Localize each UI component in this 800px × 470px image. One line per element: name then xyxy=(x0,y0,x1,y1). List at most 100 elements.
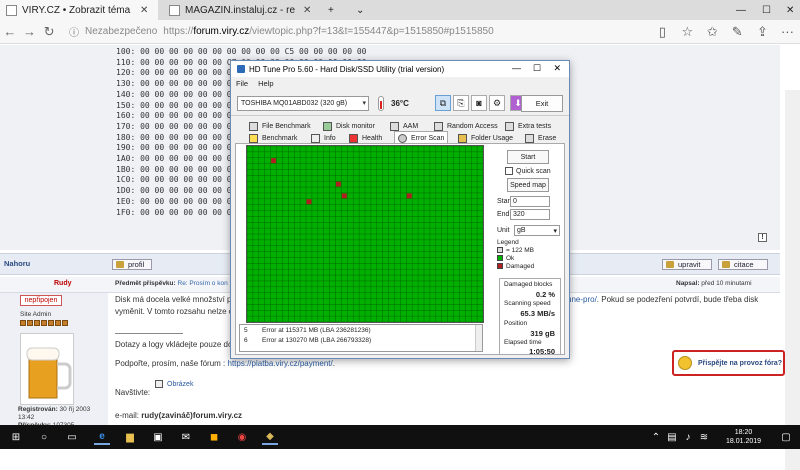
rank-stars xyxy=(20,320,69,326)
profile-icon xyxy=(116,261,124,268)
legend-block-size: = 122 MB xyxy=(497,246,559,254)
magnifier-icon xyxy=(398,133,407,143)
browser-tab-viry[interactable]: VIRY.CZ • Zobrazit téma ✕ xyxy=(0,0,158,20)
minimize-icon[interactable]: — xyxy=(512,63,521,73)
profil-button[interactable]: profil xyxy=(112,259,152,270)
reading-view-icon[interactable]: ▯ xyxy=(650,24,675,40)
checkbox[interactable] xyxy=(505,167,513,175)
menu-help[interactable]: Help xyxy=(258,79,273,91)
health-icon xyxy=(349,133,358,143)
warning-icon: ⓘ xyxy=(69,28,80,39)
beer-mug-icon xyxy=(26,347,72,399)
pen-icon[interactable]: ✎ xyxy=(725,24,750,40)
camera-icon[interactable]: ◙ xyxy=(471,95,487,111)
share-icon[interactable]: ⇪ xyxy=(750,24,775,40)
erase-icon xyxy=(525,133,534,143)
menu-file[interactable]: File xyxy=(236,79,248,91)
forward-icon[interactable]: → xyxy=(20,24,40,39)
copy-icon[interactable]: ⧉ xyxy=(435,95,451,111)
people-icon[interactable]: ⌃ xyxy=(650,429,662,445)
speed-map-button[interactable]: Speed map xyxy=(507,178,549,192)
browser-tab-bar: VIRY.CZ • Zobrazit téma ✕ MAGAZIN.instal… xyxy=(0,0,800,20)
post-line: Dotazy a logy vkládejte pouze do v xyxy=(115,340,239,349)
options-icon[interactable]: ⚙ xyxy=(489,95,505,111)
damaged-block xyxy=(306,199,312,205)
upravit-button[interactable]: upravit xyxy=(662,259,712,270)
quote-icon xyxy=(722,261,730,268)
file-explorer-icon[interactable]: ▆ xyxy=(122,429,138,445)
chevron-down-icon[interactable]: ⌄ xyxy=(350,0,370,20)
volume-icon[interactable]: ♪ xyxy=(682,429,694,445)
end-input[interactable]: 320 xyxy=(510,209,550,220)
post-line: Podpořte, prosím, naše fórum : https://p… xyxy=(115,359,335,368)
thermometer-icon xyxy=(378,96,384,111)
mail-icon[interactable]: ✉ xyxy=(178,429,194,445)
quick-scan-checkbox[interactable]: Quick scan xyxy=(505,167,551,175)
error-log-scrollbar[interactable] xyxy=(475,325,482,351)
back-icon[interactable]: ← xyxy=(0,24,20,39)
post-link[interactable]: une-pro/ xyxy=(567,295,597,304)
author-column: nepřipojen Site Admin Registrován: 30 ří… xyxy=(0,293,108,429)
file-benchmark-icon xyxy=(249,121,258,131)
maximize-icon[interactable]: ☐ xyxy=(756,0,776,20)
legend-title: Legend xyxy=(497,238,519,246)
search-icon[interactable]: ○ xyxy=(36,429,52,445)
error-log-list[interactable]: 5 Error at 115371 MB (LBA 236281236) 6 Err… xyxy=(239,324,483,352)
task-view-icon[interactable]: ▭ xyxy=(64,429,80,445)
close-icon[interactable]: ✕ xyxy=(553,63,561,74)
browser-tab-magazin[interactable]: MAGAZIN.instaluj.cz - recer ✕ xyxy=(163,0,320,20)
author-name[interactable]: Rudy xyxy=(54,280,72,287)
damaged-blocks-label: Damaged blocks xyxy=(504,281,553,288)
exit-button[interactable]: Exit xyxy=(521,95,563,112)
citace-button[interactable]: citace xyxy=(718,259,768,270)
temperature-value: 36°C xyxy=(391,99,409,108)
position-value: 319 gB xyxy=(530,329,555,338)
hdtune-window: HD Tune Pro 5.60 - Hard Disk/SSD Utility… xyxy=(230,60,570,359)
post-line: e-mail: rudy(zavináč)forum.viry.cz xyxy=(115,411,243,420)
hdtune-taskbar-icon[interactable]: ◆ xyxy=(262,429,278,445)
hdtune-title-bar[interactable]: HD Tune Pro 5.60 - Hard Disk/SSD Utility… xyxy=(231,61,569,77)
new-tab-button[interactable]: + xyxy=(322,0,346,20)
tab-extra-tests[interactable]: Extra tests xyxy=(505,120,551,132)
chrome-icon[interactable]: ◉ xyxy=(234,429,250,445)
copy-info-icon[interactable]: ⎘ xyxy=(453,95,469,111)
favorites-hub-icon[interactable]: ✩ xyxy=(700,24,725,40)
post-line: vyměnit. V tomto rozsahu nelze di xyxy=(115,307,236,316)
drive-select[interactable]: TOSHIBA MQ01ABD032 (320 gB) ▾ xyxy=(237,96,369,111)
image-link[interactable]: Obrázek xyxy=(155,380,193,388)
more-icon[interactable]: ··· xyxy=(775,24,800,39)
clock-date: 18.01.2019 xyxy=(726,438,762,445)
tab-disk-monitor[interactable]: Disk monitor xyxy=(323,120,375,132)
url-field[interactable]: ⓘ Nezabezpečeno https:// forum.viry.cz /… xyxy=(69,24,570,39)
close-icon[interactable]: ✕ xyxy=(140,5,148,16)
folder-icon xyxy=(458,133,467,143)
page-scrollbar[interactable] xyxy=(785,90,800,470)
donate-button[interactable]: Přispějte na provoz fóra? xyxy=(672,350,785,376)
scan-stats: Damaged blocks 0.2 % Scanning speed 65.3… xyxy=(499,278,561,356)
damaged-block xyxy=(341,193,347,199)
hex-dump-line: 100: 00 00 00 00 00 00 00 00 00 00 C5 00… xyxy=(116,47,367,56)
wifi-icon[interactable]: ≋ xyxy=(698,429,710,445)
url-prefix: https:// xyxy=(163,26,194,37)
edge-browser-icon[interactable]: e xyxy=(94,429,110,445)
start-button[interactable]: Start xyxy=(507,150,549,164)
unit-select[interactable]: gB ▾ xyxy=(514,225,560,236)
minimize-icon[interactable]: — xyxy=(730,0,750,20)
elapsed-value: 1:05:50 xyxy=(529,347,555,356)
payment-link[interactable]: https://platba.viry.cz/payment/ xyxy=(228,359,333,368)
start-input[interactable]: 0 xyxy=(510,196,550,207)
network-icon[interactable]: ▤ xyxy=(666,429,678,445)
store-icon[interactable]: ▣ xyxy=(150,429,166,445)
close-icon[interactable]: ✕ xyxy=(303,5,311,16)
windows-start-icon[interactable]: ⊞ xyxy=(8,429,24,445)
refresh-icon[interactable]: ↻ xyxy=(39,24,59,40)
office-icon[interactable]: ◼ xyxy=(206,429,222,445)
nahoru-link[interactable]: Nahoru xyxy=(4,259,30,268)
close-window-icon[interactable]: ✕ xyxy=(780,0,800,20)
maximize-icon[interactable]: ☐ xyxy=(533,63,541,74)
notifications-icon[interactable]: ▢ xyxy=(778,429,794,445)
report-icon[interactable]: ! xyxy=(758,233,767,242)
clock[interactable]: 18:20 18.01.2019 xyxy=(726,428,761,446)
favorite-star-icon[interactable]: ☆ xyxy=(675,24,700,40)
tab-file-benchmark[interactable]: File Benchmark xyxy=(249,120,311,132)
